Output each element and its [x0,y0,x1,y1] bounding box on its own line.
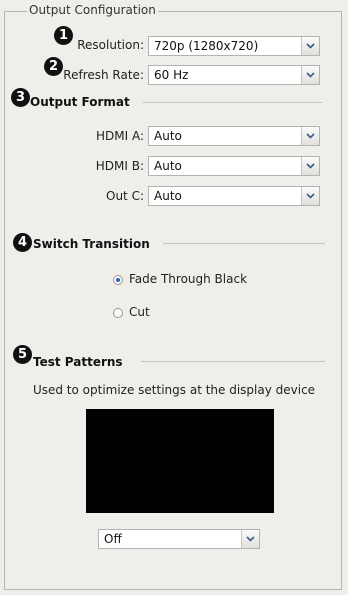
test-pattern-value: Off [104,532,122,546]
out-c-dropdown-button[interactable] [301,187,319,205]
hdmi-b-select[interactable]: Auto [148,156,320,176]
resolution-label: Resolution: [77,38,144,52]
switch-transition-divider [163,243,325,244]
fade-through-black-label[interactable]: Fade Through Black [129,272,247,286]
cut-radio[interactable] [113,308,123,318]
group-title: Output Configuration [27,3,158,17]
out-c-value: Auto [154,189,182,203]
refresh-rate-value: 60 Hz [154,68,189,82]
out-c-select[interactable]: Auto [148,186,320,206]
switch-transition-title: Switch Transition [33,237,150,251]
resolution-select[interactable]: 720p (1280x720) [148,36,320,56]
chevron-down-icon [306,193,315,199]
callout-4-badge: 4 [13,233,32,252]
callout-3-badge: 3 [11,88,30,107]
callout-5-badge: 5 [13,345,32,364]
hdmi-a-select[interactable]: Auto [148,126,320,146]
refresh-rate-label: Refresh Rate: [63,68,144,82]
test-pattern-preview [86,409,274,513]
out-c-label: Out C: [106,189,144,203]
chevron-down-icon [306,43,315,49]
test-patterns-title: Test Patterns [33,355,123,369]
resolution-dropdown-button[interactable] [301,37,319,55]
hdmi-a-dropdown-button[interactable] [301,127,319,145]
test-pattern-select[interactable]: Off [98,529,260,549]
chevron-down-icon [246,536,255,542]
test-patterns-divider [141,361,325,362]
resolution-value: 720p (1280x720) [154,39,259,53]
chevron-down-icon [306,163,315,169]
chevron-down-icon [306,72,315,78]
hdmi-b-label: HDMI B: [95,159,144,173]
test-pattern-dropdown-button[interactable] [241,530,259,548]
refresh-rate-dropdown-button[interactable] [301,66,319,84]
output-format-divider [143,102,322,103]
hdmi-b-dropdown-button[interactable] [301,157,319,175]
hdmi-a-label: HDMI A: [95,129,144,143]
fade-through-black-radio[interactable] [113,275,123,285]
cut-label[interactable]: Cut [129,305,150,319]
chevron-down-icon [306,133,315,139]
refresh-rate-select[interactable]: 60 Hz [148,65,320,85]
output-format-title: Output Format [30,95,130,109]
hdmi-a-value: Auto [154,129,182,143]
test-patterns-description: Used to optimize settings at the display… [32,383,316,397]
hdmi-b-value: Auto [154,159,182,173]
